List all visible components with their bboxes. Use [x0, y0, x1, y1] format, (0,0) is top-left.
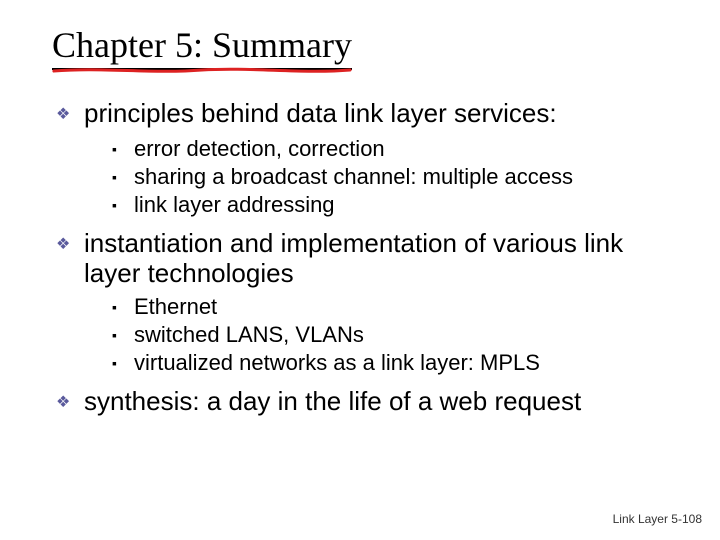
sub-item: ▪ Ethernet [112, 294, 680, 320]
sub-item-text: Ethernet [134, 294, 217, 320]
sub-item-text: switched LANS, VLANs [134, 322, 364, 348]
diamond-bullet-icon: ❖ [56, 386, 84, 418]
diamond-bullet-icon: ❖ [56, 228, 84, 260]
square-bullet-icon: ▪ [112, 192, 134, 218]
underline-red-icon [52, 66, 352, 76]
sub-item-text: link layer addressing [134, 192, 335, 218]
sub-item-text: sharing a broadcast channel: multiple ac… [134, 164, 573, 190]
slide: Chapter 5: Summary ❖ principles behind d… [0, 0, 720, 540]
sub-item: ▪ error detection, correction [112, 136, 680, 162]
list-item-text: instantiation and implementation of vari… [84, 228, 680, 288]
list-item: ❖ synthesis: a day in the life of a web … [56, 386, 680, 418]
slide-footer: Link Layer 5-108 [613, 512, 702, 526]
slide-title: Chapter 5: Summary [52, 24, 352, 70]
title-wrap: Chapter 5: Summary [52, 24, 352, 70]
list-item-text: synthesis: a day in the life of a web re… [84, 386, 581, 416]
sublist: ▪ error detection, correction ▪ sharing … [56, 136, 680, 218]
sub-item: ▪ virtualized networks as a link layer: … [112, 350, 680, 376]
sub-item-text: virtualized networks as a link layer: MP… [134, 350, 540, 376]
diamond-bullet-icon: ❖ [56, 98, 84, 130]
content: ❖ principles behind data link layer serv… [52, 98, 680, 418]
square-bullet-icon: ▪ [112, 164, 134, 190]
sub-item-text: error detection, correction [134, 136, 385, 162]
square-bullet-icon: ▪ [112, 136, 134, 162]
sub-item: ▪ link layer addressing [112, 192, 680, 218]
sub-item: ▪ sharing a broadcast channel: multiple … [112, 164, 680, 190]
sublist: ▪ Ethernet ▪ switched LANS, VLANs ▪ virt… [56, 294, 680, 376]
list-item: ❖ instantiation and implementation of va… [56, 228, 680, 288]
square-bullet-icon: ▪ [112, 322, 134, 348]
sub-item: ▪ switched LANS, VLANs [112, 322, 680, 348]
list-item-text: principles behind data link layer servic… [84, 98, 557, 128]
square-bullet-icon: ▪ [112, 294, 134, 320]
list-item: ❖ principles behind data link layer serv… [56, 98, 680, 130]
square-bullet-icon: ▪ [112, 350, 134, 376]
